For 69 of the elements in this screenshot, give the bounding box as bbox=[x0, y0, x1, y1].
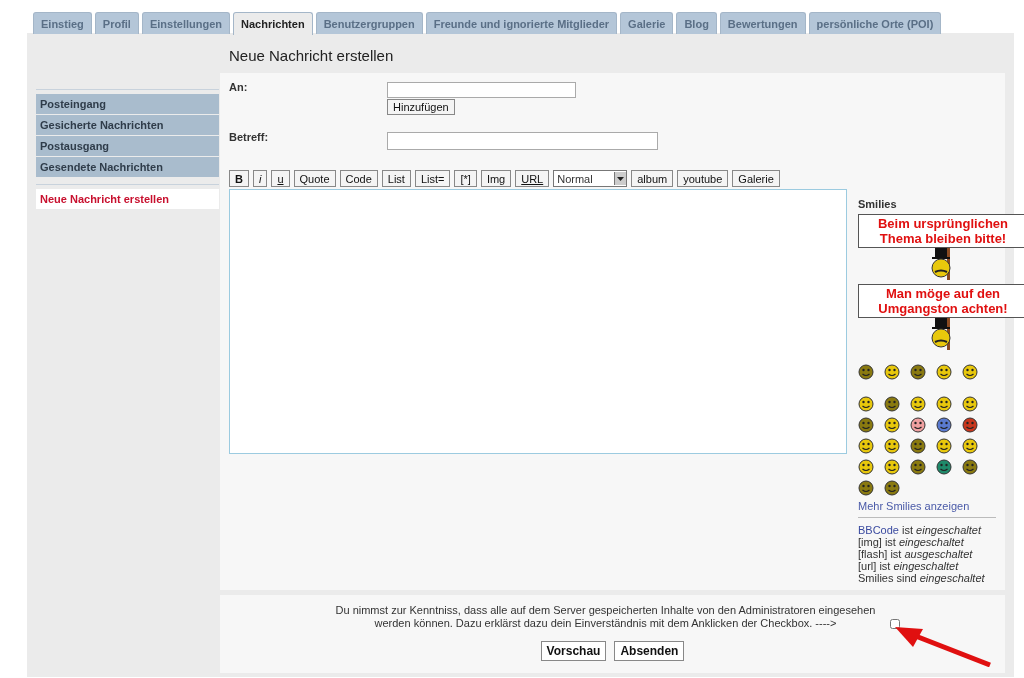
smiley-icon[interactable] bbox=[962, 417, 978, 433]
toolbar-button[interactable]: u bbox=[271, 170, 290, 187]
smiley-icon[interactable] bbox=[858, 364, 874, 380]
message-field[interactable] bbox=[229, 189, 847, 454]
smiley-icon[interactable] bbox=[962, 438, 978, 454]
form-button[interactable]: Absenden bbox=[614, 641, 685, 661]
smiley-icon[interactable] bbox=[962, 459, 978, 475]
toolbar-button[interactable]: [*] bbox=[454, 170, 477, 187]
toolbar-button[interactable]: List= bbox=[414, 170, 451, 187]
smiley-icon[interactable] bbox=[884, 417, 900, 433]
smiley-icon[interactable] bbox=[858, 459, 874, 475]
status-text: [img] ist eingeschaltet bbox=[858, 536, 965, 548]
smiley-icon[interactable] bbox=[884, 480, 900, 496]
smiley-icon[interactable] bbox=[910, 396, 926, 412]
smiley-icon[interactable] bbox=[858, 417, 874, 433]
toolbar-button[interactable]: youtube bbox=[677, 170, 729, 187]
smiley-icon[interactable] bbox=[936, 459, 952, 475]
smiley-icon[interactable] bbox=[858, 396, 874, 412]
smiley-icon[interactable] bbox=[884, 438, 900, 454]
smiley-icon[interactable] bbox=[858, 438, 874, 454]
toolbar-button[interactable]: List bbox=[381, 170, 411, 187]
smiley-icon[interactable] bbox=[962, 396, 978, 412]
status-text: [flash] ist ausgeschaltet bbox=[858, 548, 974, 560]
consent-notice: Du nimmst zur Kenntniss, dass alle auf dem Server gespeicherten Inhalte von den Administratoren eingesehen werden können. Dazu erklärst dazu dein Einverständnis mit dem Anklicken der Checkbox. ----> bbox=[334, 604, 877, 630]
more-smilies-link[interactable]: Mehr Smilies anzeigen bbox=[858, 500, 998, 512]
smiley-icon[interactable] bbox=[858, 480, 874, 496]
input-field[interactable] bbox=[387, 132, 658, 150]
smiley-icon[interactable] bbox=[910, 438, 926, 454]
smiley-icon[interactable] bbox=[910, 417, 926, 433]
smiley-icon[interactable] bbox=[910, 459, 926, 475]
toolbar-button[interactable]: Code bbox=[339, 170, 378, 187]
field-label: Betreff: bbox=[229, 131, 270, 145]
size-dropdown[interactable]: Normal bbox=[553, 170, 628, 187]
sidebar-item[interactable]: Neue Nachricht erstellen bbox=[36, 189, 219, 209]
sidebar-item[interactable]: Gesendete Nachrichten bbox=[36, 157, 219, 177]
page-title: Neue Nachricht erstellen bbox=[229, 47, 395, 63]
toolbar-button[interactable]: i bbox=[252, 170, 268, 187]
toolbar-button[interactable]: B bbox=[229, 170, 249, 187]
toolbar-button[interactable]: URL bbox=[515, 170, 550, 187]
field-label: An: bbox=[229, 81, 249, 95]
smiley-icon[interactable] bbox=[936, 417, 952, 433]
smiley-icon[interactable] bbox=[910, 364, 926, 380]
toolbar-button[interactable]: Galerie bbox=[732, 170, 780, 187]
smiley-icon[interactable] bbox=[884, 396, 900, 412]
sidebar-item[interactable]: Gesicherte Nachrichten bbox=[36, 115, 219, 135]
smiley-icon[interactable] bbox=[884, 364, 900, 380]
smiley-icon[interactable] bbox=[936, 364, 952, 380]
sidebar-item[interactable]: Postausgang bbox=[36, 136, 219, 156]
smiley-icon[interactable] bbox=[962, 364, 978, 380]
smiley-icon[interactable] bbox=[936, 396, 952, 412]
form-button[interactable]: Vorschau bbox=[540, 641, 607, 661]
bbcode-link[interactable]: BBCode bbox=[858, 524, 899, 536]
toolbar-button[interactable]: Img bbox=[480, 170, 512, 187]
status-text: Smilies sind eingeschaltet bbox=[858, 572, 986, 584]
smiley-icon[interactable] bbox=[884, 459, 900, 475]
section-title: Smilies bbox=[858, 198, 898, 210]
smiley-icon[interactable] bbox=[936, 438, 952, 454]
smiley-sign[interactable]: Man möge auf den Umgangston achten! bbox=[858, 284, 1024, 318]
tab[interactable]: Nachrichten bbox=[233, 12, 313, 35]
status-text: [url] ist eingeschaltet bbox=[858, 560, 960, 572]
toolbar-button[interactable]: album bbox=[631, 170, 674, 187]
add-button[interactable]: Hinzufügen bbox=[387, 99, 455, 115]
smiley-sign[interactable]: Beim ursprünglichen Thema bleiben bitte! bbox=[858, 214, 1024, 248]
status-text: ist eingeschaltet bbox=[901, 524, 981, 536]
caret-icon bbox=[617, 176, 625, 181]
consent-checkbox[interactable] bbox=[889, 619, 900, 629]
toolbar-button[interactable]: Quote bbox=[293, 170, 336, 187]
sidebar-item[interactable]: Posteingang bbox=[36, 94, 219, 114]
input-field[interactable] bbox=[387, 82, 576, 98]
